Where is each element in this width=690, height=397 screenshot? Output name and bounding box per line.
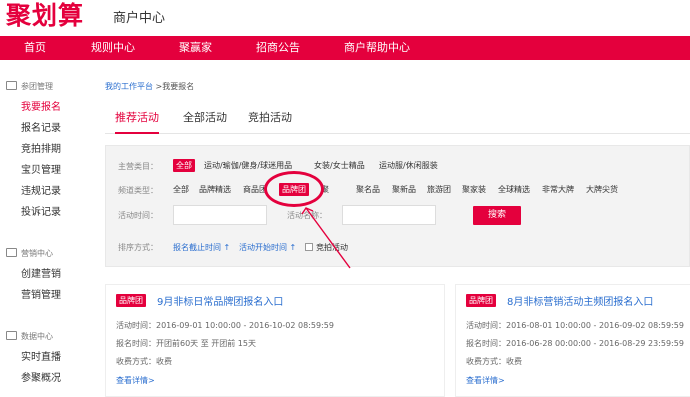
card-fee-label: 收费方式： — [466, 357, 506, 366]
sidebar-group-data: 数据中心 — [6, 330, 53, 344]
channel-option-global[interactable]: 全球精选 — [498, 183, 530, 196]
tab-all-activities[interactable]: 全部活动 — [183, 110, 227, 134]
sidebar-item-signup[interactable]: 我要报名 — [21, 101, 61, 115]
card-fee-row: 收费方式：收费 — [466, 356, 522, 367]
nav-announcements[interactable]: 招商公告 — [256, 36, 300, 60]
annotation-circle — [264, 171, 324, 207]
channel-option-all[interactable]: 全部 — [173, 183, 189, 196]
logo-subtitle: 商户中心 — [113, 11, 166, 26]
sidebar-item-signup-records[interactable]: 报名记录 — [21, 122, 61, 136]
card-time-value: 2016-08-01 10:00:00 - 2016-09-02 08:59:5… — [506, 321, 684, 330]
gift-icon — [6, 248, 17, 257]
channel-option-big-brand[interactable]: 非常大牌 — [542, 183, 574, 196]
time-input[interactable] — [173, 205, 267, 225]
channel-option-brand-select[interactable]: 品牌精选 — [199, 183, 231, 196]
sort-start-link[interactable]: 活动开始时间 ↑ — [239, 242, 296, 253]
category-label: 主营类目： — [118, 162, 158, 171]
card-badge: 品牌团 — [116, 294, 146, 307]
sidebar-group-label: 参团管理 — [21, 82, 53, 91]
channel-label: 频道类型： — [118, 186, 158, 195]
logo[interactable]: 聚划算 — [6, 1, 84, 31]
sidebar-group-label: 营销中心 — [21, 249, 53, 258]
sidebar-group-marketing: 营销中心 — [6, 247, 53, 261]
nav-rules[interactable]: 规则中心 — [91, 36, 135, 60]
card-time-value: 2016-09-01 10:00:00 - 2016-10-02 08:59:5… — [156, 321, 334, 330]
category-option-all[interactable]: 全部 — [173, 159, 195, 172]
card-time-label: 活动时间： — [116, 321, 156, 330]
channel-option-famous[interactable]: 聚名品 — [356, 183, 380, 196]
sidebar: 参团管理 我要报名 报名记录 竞拍排期 宝贝管理 违规记录 投诉记录 营销中心 … — [0, 60, 95, 397]
sidebar-item-overview[interactable]: 参聚概况 — [21, 372, 61, 386]
channel-option-travel[interactable]: 旅游团 — [427, 183, 451, 196]
sidebar-item-complaints[interactable]: 投诉记录 — [21, 206, 61, 220]
page: 聚划算 商户中心 首页 规则中心 聚赢家 招商公告 商户帮助中心 参团管理 我要… — [0, 0, 690, 397]
category-option-womens[interactable]: 女装/女士精品 — [314, 159, 365, 172]
card-title-link[interactable]: 8月非标营销活动主频团报名入口 — [507, 293, 653, 308]
breadcrumb: 我的工作平台 >我要报名 — [105, 81, 194, 92]
nav-help-center[interactable]: 商户帮助中心 — [344, 36, 410, 60]
sidebar-item-violations[interactable]: 违规记录 — [21, 185, 61, 199]
sidebar-group-label: 数据中心 — [21, 332, 53, 341]
card-fee-value: 收费 — [506, 357, 522, 366]
card-badge: 品牌团 — [466, 294, 496, 307]
card-signup-label: 报名时间： — [466, 339, 506, 348]
nav-home[interactable]: 首页 — [24, 36, 46, 60]
name-input[interactable] — [342, 205, 436, 225]
tab-bidding[interactable]: 竞拍活动 — [248, 110, 292, 134]
channel-option-new[interactable]: 聚新品 — [392, 183, 416, 196]
card-signup-row: 报名时间：2016-06-28 00:00:00 - 2016-08-29 23… — [466, 338, 684, 349]
name-label: 活动名称： — [287, 211, 327, 220]
category-option-sportswear[interactable]: 运动服/休闲服装 — [379, 159, 438, 172]
activity-card: 品牌团 9月非标日常品牌团报名入口 活动时间：2016-09-01 10:00:… — [105, 284, 445, 397]
sidebar-item-marketing-manage[interactable]: 营销管理 — [21, 289, 61, 303]
card-time-row: 活动时间：2016-09-01 10:00:00 - 2016-10-02 08… — [116, 320, 334, 331]
card-time-label: 活动时间： — [466, 321, 506, 330]
search-button[interactable]: 搜索 — [473, 206, 521, 225]
card-fee-label: 收费方式： — [116, 357, 156, 366]
monitor-icon — [6, 331, 17, 340]
card-details-link[interactable]: 查看详情> — [466, 375, 505, 386]
time-label: 活动时间： — [118, 211, 158, 220]
card-time-row: 活动时间：2016-08-01 10:00:00 - 2016-09-02 08… — [466, 320, 684, 331]
sidebar-item-products[interactable]: 宝贝管理 — [21, 164, 61, 178]
sidebar-item-live[interactable]: 实时直播 — [21, 351, 61, 365]
tab-recommended[interactable]: 推荐活动 — [115, 110, 159, 134]
activity-card: 品牌团 8月非标营销活动主频团报名入口 活动时间：2016-08-01 10:0… — [455, 284, 690, 397]
channel-option-brand-goods[interactable]: 大牌尖货 — [586, 183, 618, 196]
card-details-link[interactable]: 查看详情> — [116, 375, 155, 386]
card-signup-value: 2016-06-28 00:00:00 - 2016-08-29 23:59:5… — [506, 339, 684, 348]
breadcrumb-home-link[interactable]: 我的工作平台 — [105, 82, 153, 91]
category-option-sports[interactable]: 运动/瑜伽/健身/球迷用品 — [204, 159, 292, 172]
card-fee-value: 收费 — [156, 357, 172, 366]
card-title-link[interactable]: 9月非标日常品牌团报名入口 — [157, 293, 283, 308]
card-signup-row: 报名时间：开团前60天 至 开团前 15天 — [116, 338, 256, 349]
bid-checkbox-label: 竞拍活动 — [316, 243, 348, 252]
sort-deadline-link[interactable]: 报名截止时间 ↑ — [173, 242, 230, 253]
card-signup-label: 报名时间： — [116, 339, 156, 348]
top-nav: 首页 规则中心 聚赢家 招商公告 商户帮助中心 — [0, 36, 690, 60]
filter-panel: 主营类目： 全部 运动/瑜伽/健身/球迷用品 女装/女士精品 运动服/休闲服装 … — [105, 145, 690, 267]
activity-tabs: 推荐活动 全部活动 竞拍活动 — [105, 104, 690, 134]
sidebar-group-participation: 参团管理 — [6, 80, 53, 94]
sidebar-item-create-marketing[interactable]: 创建营销 — [21, 268, 61, 282]
channel-option-home[interactable]: 聚家装 — [462, 183, 486, 196]
bid-checkbox[interactable] — [305, 243, 313, 251]
sidebar-item-bid-schedule[interactable]: 竞拍排期 — [21, 143, 61, 157]
flag-icon — [6, 81, 17, 90]
card-signup-value: 开团前60天 至 开团前 15天 — [156, 339, 256, 348]
card-fee-row: 收费方式：收费 — [116, 356, 172, 367]
nav-juyingjia[interactable]: 聚赢家 — [179, 36, 212, 60]
sort-label: 排序方式： — [118, 243, 158, 252]
breadcrumb-current: 我要报名 — [162, 82, 195, 91]
